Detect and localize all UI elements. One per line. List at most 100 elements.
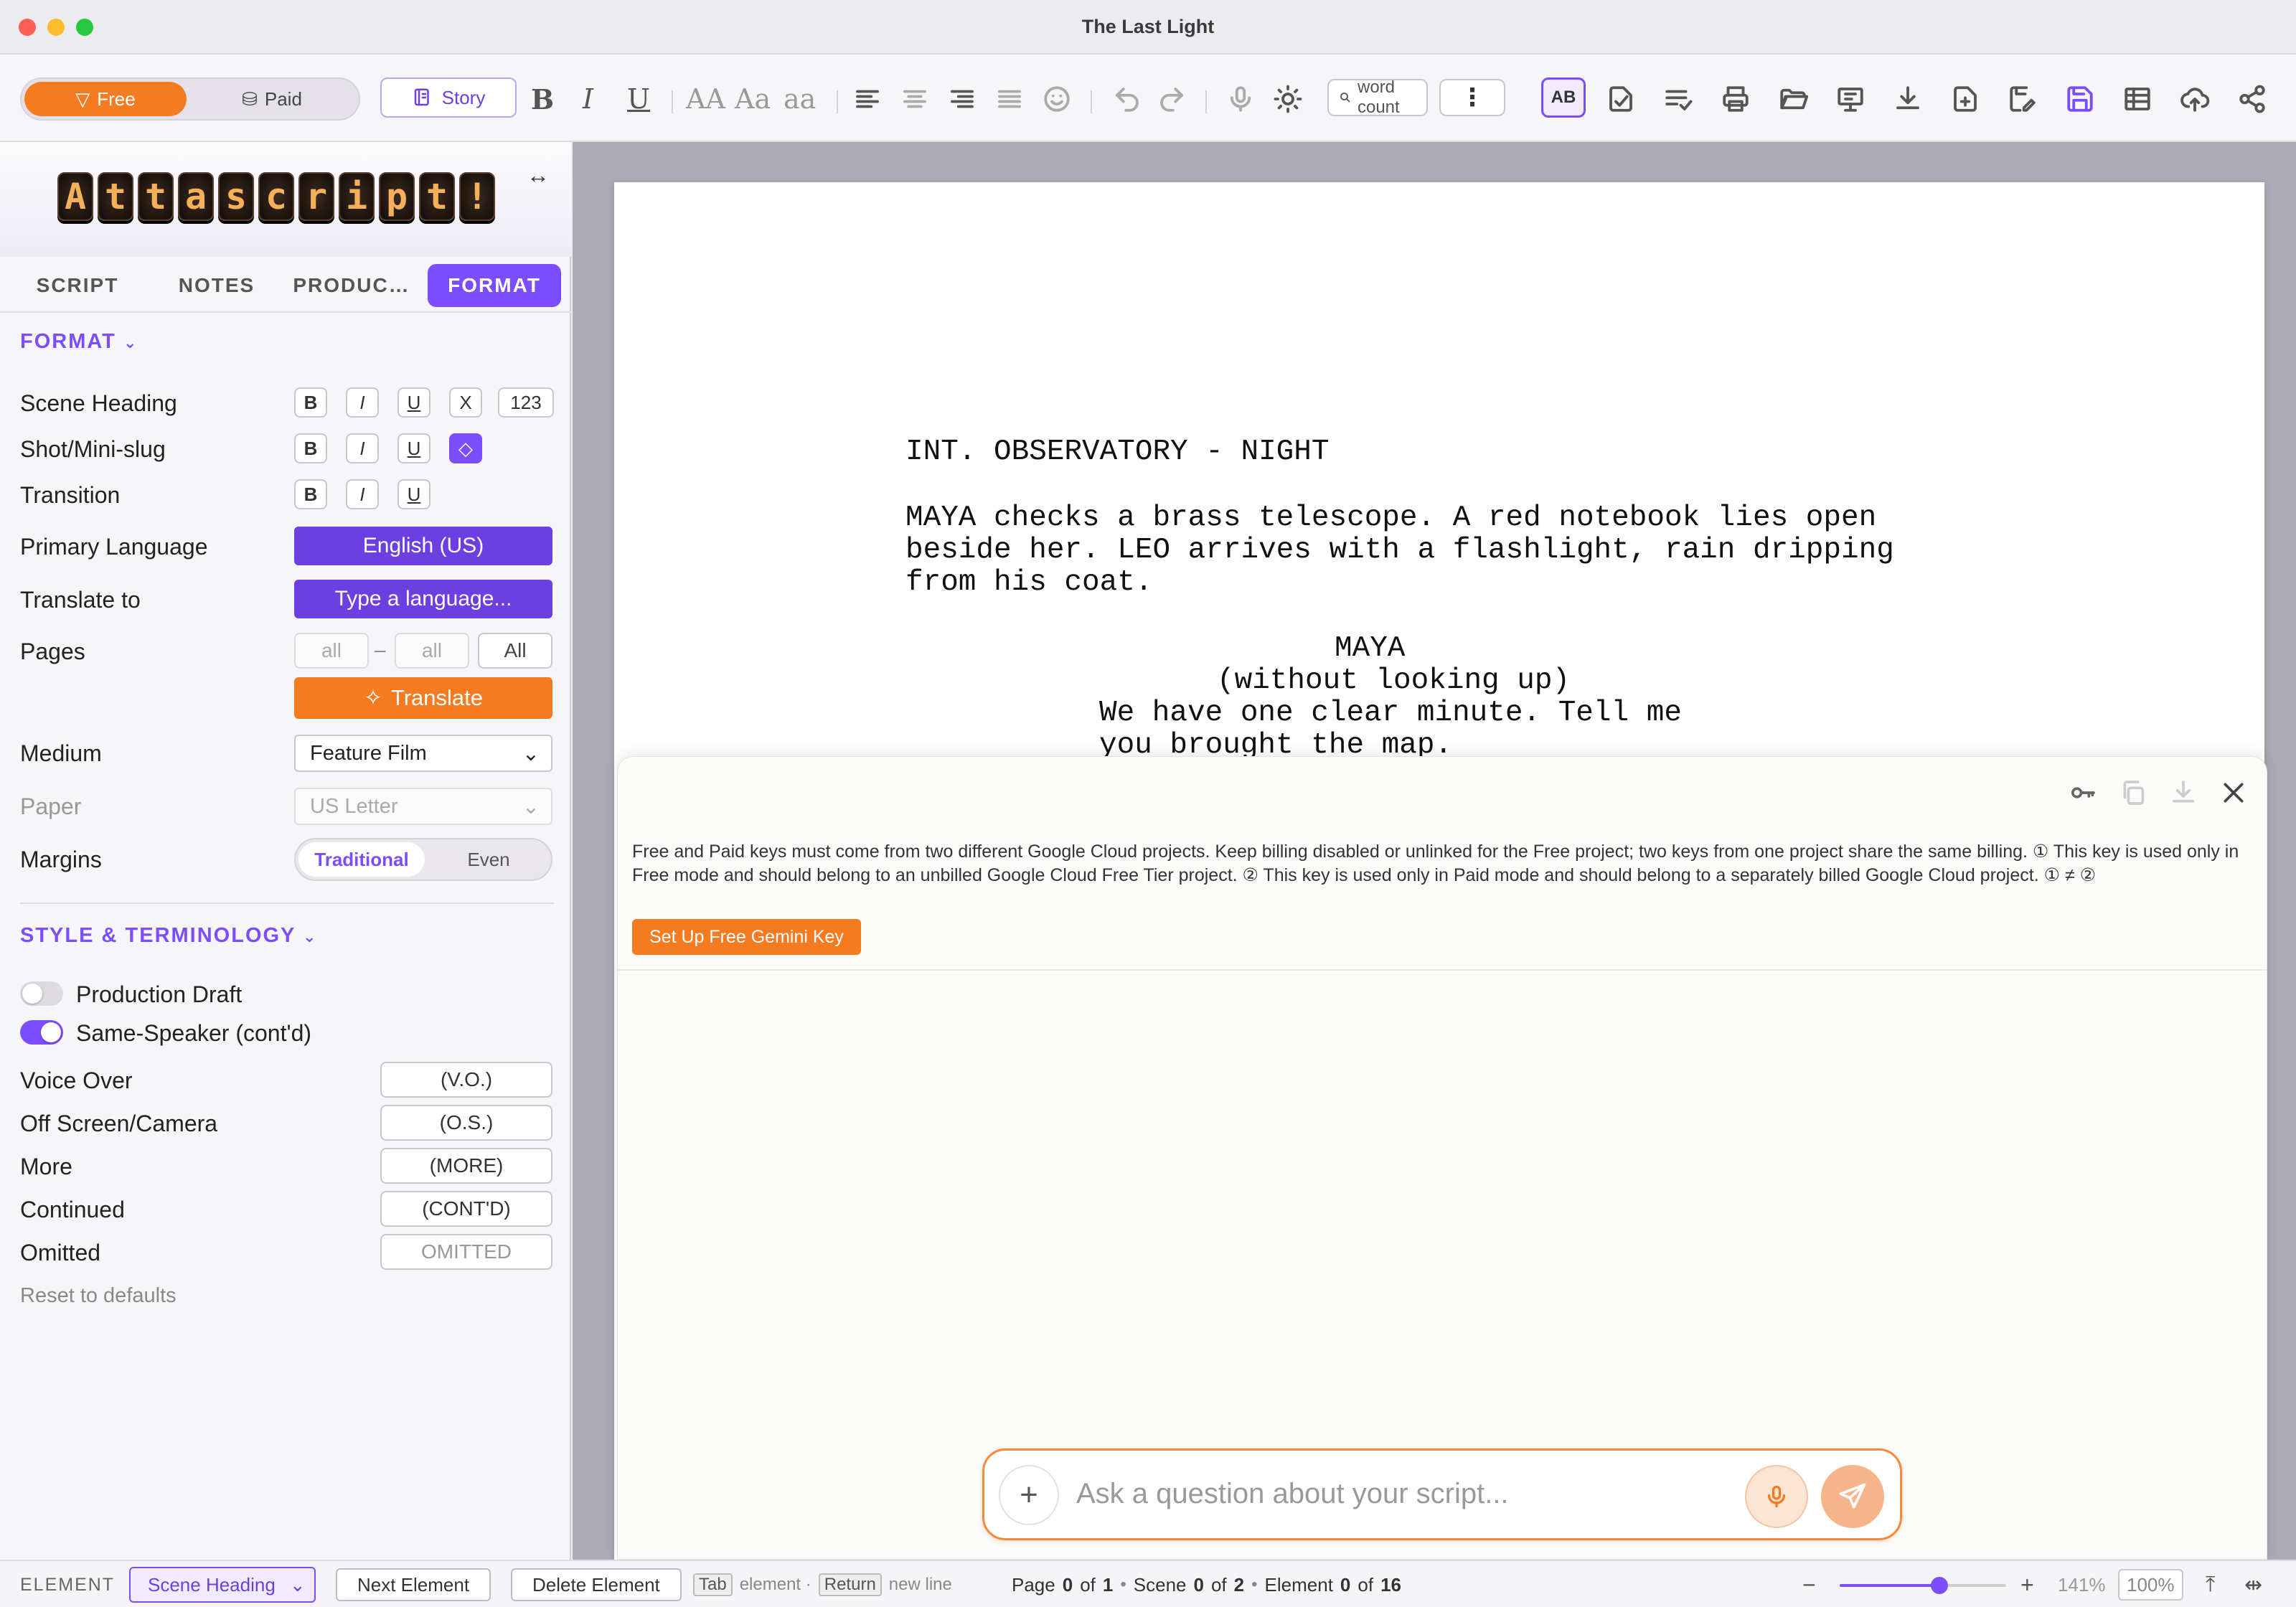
align-right-button[interactable] <box>947 82 977 116</box>
resize-sidebar-icon[interactable]: ↔ <box>527 162 550 189</box>
style-section-header[interactable]: STYLE & TERMINOLOGY ⌄ <box>20 924 317 948</box>
print-button[interactable] <box>1721 82 1751 116</box>
next-element-button[interactable]: Next Element <box>336 1568 491 1601</box>
transition-underline[interactable]: U <box>397 479 430 509</box>
justify-button[interactable] <box>994 82 1025 116</box>
fit-width-icon[interactable]: ⇹ <box>2244 1561 2262 1607</box>
voice-input-button[interactable] <box>1745 1465 1808 1528</box>
scene-heading-text[interactable]: INT. OBSERVATORY - NIGHT <box>905 436 1330 468</box>
cloud-upload-button[interactable] <box>2180 82 2210 116</box>
undo-button[interactable] <box>1112 82 1142 116</box>
production-draft-toggle[interactable] <box>20 981 63 1006</box>
lowercase-button[interactable]: aa <box>784 82 816 116</box>
emoji-icon <box>1044 86 1070 112</box>
element-type-select[interactable]: Scene Heading ⌄ <box>129 1567 316 1603</box>
zoom-in-button[interactable]: + <box>2020 1561 2034 1607</box>
save-button[interactable] <box>2065 82 2095 116</box>
zoom-reset-button[interactable]: 100% <box>2118 1569 2183 1601</box>
dialogue-line[interactable]: We have one clear minute. Tell me <box>1099 697 1682 730</box>
word-count-search[interactable]: word count <box>1327 79 1428 116</box>
action-line[interactable]: from his coat. <box>905 567 1152 599</box>
redo-button[interactable] <box>1157 82 1187 116</box>
theme-button[interactable] <box>1273 82 1303 116</box>
italic-button[interactable]: I <box>583 82 593 116</box>
scene-heading-underline[interactable]: U <box>397 387 430 418</box>
shot-underline[interactable]: U <box>397 433 430 463</box>
off-screen-input[interactable]: (O.S.) <box>380 1105 552 1141</box>
format-section-header[interactable]: FORMAT ⌄ <box>20 330 138 354</box>
align-center-button[interactable] <box>900 82 930 116</box>
character-name[interactable]: MAYA <box>1335 633 1405 665</box>
story-button[interactable]: Story <box>380 77 517 118</box>
dictation-button[interactable] <box>1225 82 1256 116</box>
margins-traditional[interactable]: Traditional <box>298 842 425 877</box>
emoji-button[interactable] <box>1042 82 1072 116</box>
action-line[interactable]: beside her. LEO arrives with a flashligh… <box>905 534 1894 567</box>
action-line[interactable]: MAYA checks a brass telescope. A red not… <box>905 502 1876 534</box>
ai-assistant-panel: Free and Paid keys must come from two di… <box>617 756 2267 1560</box>
share-button[interactable] <box>2237 82 2267 116</box>
download-icon[interactable] <box>2169 778 2198 807</box>
close-icon[interactable] <box>2219 778 2248 807</box>
transition-bold[interactable]: B <box>294 479 327 509</box>
checklist-doc-button[interactable] <box>1606 82 1636 116</box>
continued-input[interactable]: (CONT'D) <box>380 1191 552 1227</box>
delete-element-button[interactable]: Delete Element <box>511 1568 682 1601</box>
scene-heading-bold[interactable]: B <box>294 387 327 418</box>
shot-diamond-toggle[interactable]: ◇ <box>449 433 482 463</box>
tab-format[interactable]: FORMAT <box>428 264 561 307</box>
setup-gemini-key-button[interactable]: Set Up Free Gemini Key <box>632 919 861 955</box>
fit-height-icon[interactable]: ⤒ <box>2206 1561 2215 1607</box>
scene-heading-clear[interactable]: X <box>449 387 482 418</box>
titlecase-button[interactable]: Aa <box>735 82 771 116</box>
zoom-slider-handle[interactable] <box>1931 1577 1949 1594</box>
more-input[interactable]: (MORE) <box>380 1148 552 1184</box>
translate-button[interactable]: ✧ Translate <box>294 677 552 719</box>
send-button[interactable] <box>1821 1465 1884 1528</box>
parenthetical[interactable]: (without looking up) <box>1217 665 1570 697</box>
tab-notes[interactable]: NOTES <box>159 264 274 307</box>
more-options-button[interactable]: ⋮ <box>1439 79 1505 116</box>
list-check-button[interactable] <box>1663 82 1693 116</box>
download-button[interactable] <box>1893 82 1923 116</box>
printer-icon <box>1723 86 1749 112</box>
spellcheck-button[interactable]: AB <box>1541 77 1586 118</box>
tab-script[interactable]: SCRIPT <box>20 264 135 307</box>
pages-all-button[interactable]: All <box>478 633 552 669</box>
primary-language-select[interactable]: English (US) <box>294 527 552 565</box>
shot-bold[interactable]: B <box>294 433 327 463</box>
transition-italic[interactable]: I <box>346 479 379 509</box>
underline-button[interactable]: U <box>627 82 650 116</box>
attach-button[interactable]: + <box>999 1465 1059 1525</box>
pages-from-input[interactable]: all <box>294 633 369 669</box>
scene-heading-numbering[interactable]: 123 <box>498 387 554 418</box>
align-left-button[interactable] <box>852 82 883 116</box>
medium-select[interactable]: Feature Film ⌄ <box>294 735 552 772</box>
zoom-slider[interactable] <box>1840 1577 2006 1594</box>
same-speaker-toggle[interactable] <box>20 1020 63 1045</box>
copy-icon[interactable] <box>2119 778 2147 807</box>
chat-input[interactable]: Ask a question about your script... <box>1076 1478 1509 1510</box>
logo-key: ! <box>459 172 495 221</box>
new-document-button[interactable] <box>1950 82 1980 116</box>
save-as-button[interactable] <box>2008 82 2038 116</box>
omitted-input[interactable]: OMITTED <box>380 1234 552 1270</box>
paper-select[interactable]: US Letter ⌄ <box>294 788 552 825</box>
margins-even[interactable]: Even <box>426 842 551 877</box>
zoom-out-button[interactable]: − <box>1802 1561 1816 1607</box>
tab-production[interactable]: PRODUC… <box>287 264 416 307</box>
present-button[interactable] <box>1835 82 1866 116</box>
shot-italic[interactable]: I <box>346 433 379 463</box>
translate-language-input[interactable]: Type a language... <box>294 580 552 618</box>
uppercase-button[interactable]: AA <box>686 82 725 116</box>
mode-free-button[interactable]: ▽ Free <box>24 82 187 116</box>
scene-heading-italic[interactable]: I <box>346 387 379 418</box>
table-button[interactable] <box>2122 82 2152 116</box>
bold-button[interactable]: B <box>531 82 554 116</box>
mode-paid-button[interactable]: ⛁ Paid <box>191 82 353 116</box>
reset-defaults-link[interactable]: Reset to defaults <box>20 1284 177 1308</box>
voice-over-input[interactable]: (V.O.) <box>380 1062 552 1098</box>
pages-to-input[interactable]: all <box>395 633 469 669</box>
key-icon[interactable] <box>2069 778 2097 807</box>
open-folder-button[interactable] <box>1778 82 1808 116</box>
